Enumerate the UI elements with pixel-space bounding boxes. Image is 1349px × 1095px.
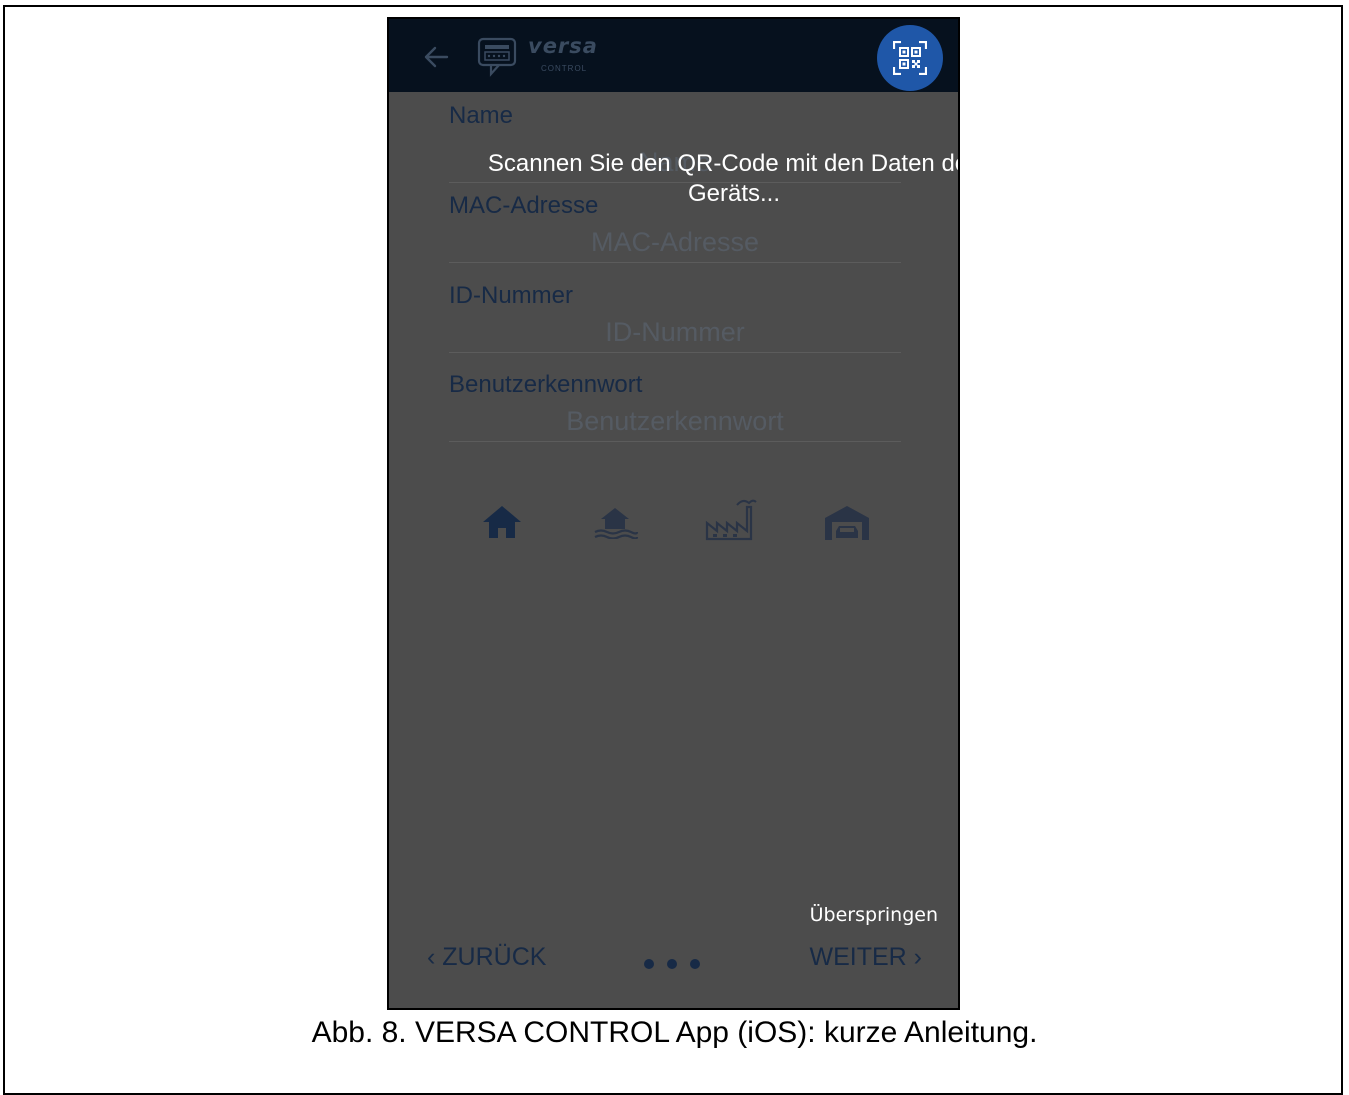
next-button[interactable]: WEITER › (810, 943, 923, 972)
qr-scan-button[interactable] (877, 25, 943, 91)
qr-scan-hint: Scannen Sie den QR-Code mit den Daten de… (487, 150, 960, 207)
figure-caption: Abb. 8. VERSA CONTROL App (iOS): kurze A… (311, 1016, 1038, 1049)
page-dot (667, 959, 677, 969)
user-password-label: Benutzerkennwort (449, 371, 643, 398)
mac-address-input[interactable]: MAC-Adresse (449, 222, 901, 263)
page-dot (690, 959, 700, 969)
logo-text: versa (528, 34, 598, 58)
holiday-home-icon[interactable] (591, 505, 639, 539)
skip-button[interactable]: Überspringen (810, 904, 938, 926)
back-label: ZURÜCK (442, 943, 547, 971)
page-dot (644, 959, 654, 969)
app-bar: versa CONTROL (389, 19, 958, 92)
qr-code-icon (893, 41, 927, 75)
house-icon[interactable] (482, 505, 522, 539)
logo-subtext: CONTROL (541, 64, 588, 73)
back-button[interactable]: ‹ ZURÜCK (427, 943, 546, 972)
garage-icon[interactable] (824, 505, 870, 541)
next-label: WEITER (809, 943, 907, 971)
user-password-input[interactable]: Benutzerkennwort (449, 401, 901, 442)
chevron-right-icon: › (913, 943, 922, 971)
chevron-left-icon: ‹ (427, 943, 436, 971)
keypad-logo-icon (477, 37, 517, 77)
setup-form: Name Name MAC-Adresse MAC-Adresse ID-Num… (389, 92, 960, 1008)
page-indicator (644, 956, 713, 974)
phone-screen: versa CONTROL Name Name MAC-Adresse MAC-… (387, 17, 960, 1010)
back-arrow-icon[interactable] (423, 45, 449, 69)
name-label: Name (449, 102, 514, 129)
factory-icon[interactable] (705, 497, 757, 541)
id-number-label: ID-Nummer (449, 282, 573, 309)
id-number-input[interactable]: ID-Nummer (449, 312, 901, 353)
